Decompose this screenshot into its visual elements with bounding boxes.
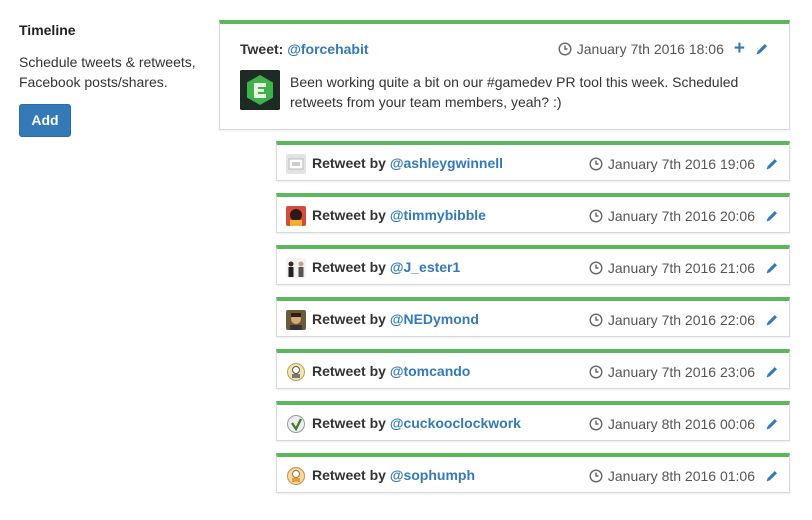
avatar [286,310,306,330]
retweet-meta: January 7th 2016 20:06 [589,208,779,224]
edit-icon[interactable] [765,365,779,379]
retweet-handle-link[interactable]: @tomcando [390,363,471,379]
clock-icon [589,261,603,275]
edit-icon[interactable] [765,417,779,431]
retweet-meta: January 7th 2016 22:06 [589,312,779,328]
tweet-meta: January 7th 2016 18:06 + [558,39,769,58]
edit-icon[interactable] [765,469,779,483]
retweet-card: Retweet by @ashleygwinnell January 7th 2… [276,141,790,181]
add-button[interactable]: Add [19,104,71,137]
avatar [286,362,306,382]
tweet-time: January 7th 2016 18:06 [576,41,724,57]
tweet-handle-link[interactable]: @forcehabit [287,41,368,57]
edit-icon[interactable] [765,157,779,171]
retweet-text: Retweet by @NEDymond [312,311,479,327]
retweet-text: Retweet by @ashleygwinnell [312,155,503,171]
sidebar: Timeline Schedule tweets & retweets, Fac… [19,22,199,137]
clock-icon [589,157,603,171]
clock-icon [558,42,572,56]
retweet-card: Retweet by @sophumph January 8th 2016 01… [276,453,790,493]
clock-icon [589,469,603,483]
avatar [286,258,306,278]
add-retweet-icon[interactable]: + [734,39,745,58]
retweet-card: Retweet by @cuckooclockwork January 8th … [276,401,790,441]
retweet-meta: January 7th 2016 23:06 [589,364,779,380]
retweet-text: Retweet by @sophumph [312,467,475,483]
retweet-card: Retweet by @NEDymond January 7th 2016 22… [276,297,790,337]
clock-icon [589,417,603,431]
retweet-handle-link[interactable]: @timmybibble [390,207,486,223]
retweet-label: Retweet by [312,207,386,223]
retweet-label: Retweet by [312,259,386,275]
tweet-label: Tweet: [240,41,284,57]
retweet-time: January 7th 2016 20:06 [607,208,755,224]
sidebar-description: Schedule tweets & retweets, Facebook pos… [19,54,196,90]
edit-icon[interactable] [765,313,779,327]
avatar [240,70,280,110]
retweet-label: Retweet by [312,467,386,483]
avatar [286,466,306,486]
retweet-time: January 8th 2016 00:06 [607,416,755,432]
tweet-card: Tweet: @forcehabit January 7th 2016 18:0… [219,20,790,130]
tweet-text: Been working quite a bit on our #gamedev… [290,74,739,110]
avatar [286,414,306,434]
retweet-text: Retweet by @tomcando [312,363,470,379]
retweet-time: January 8th 2016 01:06 [607,468,755,484]
retweet-meta: January 8th 2016 01:06 [589,468,779,484]
retweet-handle-link[interactable]: @J_ester1 [390,259,460,275]
retweet-label: Retweet by [312,155,386,171]
retweet-label: Retweet by [312,363,386,379]
edit-icon[interactable] [765,261,779,275]
retweet-text: Retweet by @cuckooclockwork [312,415,521,431]
avatar [286,206,306,226]
clock-icon [589,365,603,379]
retweet-handle-link[interactable]: @sophumph [390,467,475,483]
retweet-text: Retweet by @J_ester1 [312,259,460,275]
retweet-time: January 7th 2016 22:06 [607,312,755,328]
edit-icon[interactable] [765,209,779,223]
retweet-label: Retweet by [312,311,386,327]
retweet-time: January 7th 2016 19:06 [607,156,755,172]
retweet-label: Retweet by [312,415,386,431]
retweet-time: January 7th 2016 23:06 [607,364,755,380]
clock-icon [589,209,603,223]
sidebar-title: Timeline [19,22,76,38]
retweet-handle-link[interactable]: @cuckooclockwork [390,415,521,431]
retweet-card: Retweet by @timmybibble January 7th 2016… [276,193,790,233]
retweet-meta: January 8th 2016 00:06 [589,416,779,432]
avatar [286,154,306,174]
retweet-text: Retweet by @timmybibble [312,207,486,223]
retweet-time: January 7th 2016 21:06 [607,260,755,276]
retweet-handle-link[interactable]: @ashleygwinnell [390,155,503,171]
retweet-card: Retweet by @J_ester1 January 7th 2016 21… [276,245,790,285]
clock-icon [589,313,603,327]
edit-icon[interactable] [755,42,769,56]
retweet-card: Retweet by @tomcando January 7th 2016 23… [276,349,790,389]
tweet-header: Tweet: @forcehabit January 7th 2016 18:0… [240,39,769,61]
retweet-handle-link[interactable]: @NEDymond [390,311,479,327]
retweet-meta: January 7th 2016 19:06 [589,156,779,172]
retweet-meta: January 7th 2016 21:06 [589,260,779,276]
